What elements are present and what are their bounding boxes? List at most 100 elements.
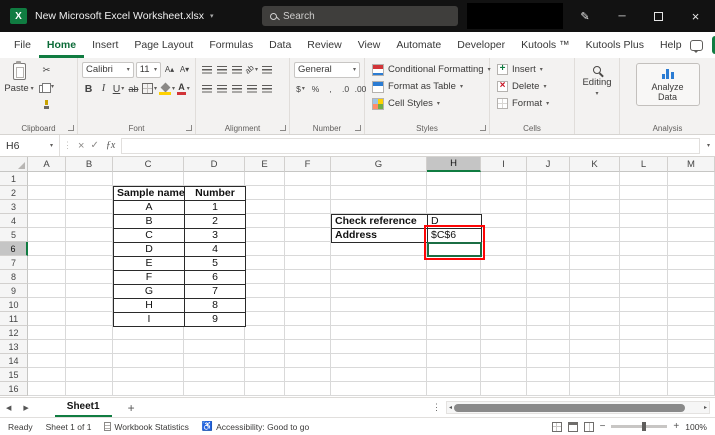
comments-icon[interactable] (690, 40, 703, 51)
search-input[interactable]: Search (262, 6, 458, 26)
format-cells-button[interactable]: Format▾ (492, 95, 572, 112)
styles-dialog-launcher[interactable] (480, 125, 486, 131)
cancel-icon[interactable]: × (75, 140, 87, 152)
cell-D10[interactable]: 8 (184, 298, 246, 313)
page-break-view-button[interactable] (584, 422, 594, 432)
column-header-J[interactable]: J (527, 157, 570, 172)
menu-tab-page-layout[interactable]: Page Layout (126, 32, 201, 58)
number-format-select[interactable]: General▾ (294, 62, 360, 78)
row-header-8[interactable]: 8 (0, 270, 28, 284)
paste-button[interactable]: Paste▾ (2, 61, 36, 121)
zoom-out-button[interactable]: − (600, 421, 606, 432)
font-name-select[interactable]: Calibri▾ (82, 62, 134, 78)
cell-C7[interactable]: E (113, 256, 185, 271)
cell-D6[interactable]: 4 (184, 242, 246, 257)
column-header-L[interactable]: L (620, 157, 668, 172)
next-sheet-icon[interactable]: ▶ (17, 404, 34, 412)
copy-button[interactable]: ▾ (39, 79, 54, 95)
row-header-14[interactable]: 14 (0, 354, 28, 368)
percent-style-button[interactable]: % (309, 81, 322, 97)
delete-cells-button[interactable]: Delete▾ (492, 78, 572, 95)
row-header-4[interactable]: 4 (0, 214, 28, 228)
ink-pen-icon[interactable]: ✎ (572, 0, 598, 32)
workbook-statistics-button[interactable]: Workbook Statistics (104, 422, 188, 432)
analyze-data-button[interactable]: Analyze Data (636, 63, 700, 106)
row-header-3[interactable]: 3 (0, 200, 28, 214)
strikethrough-button[interactable]: ab (127, 81, 140, 97)
zoom-slider-thumb[interactable] (642, 422, 646, 431)
align-bottom-button[interactable] (230, 62, 243, 78)
menu-tab-kutools[interactable]: Kutools ™ (513, 32, 577, 58)
conditional-formatting-button[interactable]: Conditional Formatting▾ (367, 61, 487, 78)
excel-logo-icon[interactable]: X (10, 8, 27, 24)
scroll-right-icon[interactable]: ▸ (704, 404, 707, 411)
orientation-button[interactable]: ab▾ (245, 62, 258, 78)
number-dialog-launcher[interactable] (355, 125, 361, 131)
maximize-button[interactable] (640, 0, 676, 32)
scrollbar-track[interactable] (454, 403, 702, 412)
column-header-I[interactable]: I (481, 157, 527, 172)
align-right-button[interactable] (230, 81, 243, 97)
row-header-9[interactable]: 9 (0, 284, 28, 298)
cell-C4[interactable]: B (113, 214, 185, 229)
menu-tab-data[interactable]: Data (261, 32, 299, 58)
formula-input[interactable] (121, 138, 700, 154)
grow-font-button[interactable]: A▴ (163, 62, 176, 78)
row-header-12[interactable]: 12 (0, 326, 28, 340)
row-header-13[interactable]: 13 (0, 340, 28, 354)
cell-styles-button[interactable]: Cell Styles▾ (367, 95, 487, 112)
align-center-button[interactable] (215, 81, 228, 97)
font-dialog-launcher[interactable] (186, 125, 192, 131)
row-header-10[interactable]: 10 (0, 298, 28, 312)
align-middle-button[interactable] (215, 62, 228, 78)
column-header-C[interactable]: C (113, 157, 184, 172)
menu-tab-help[interactable]: Help (652, 32, 690, 58)
zoom-level[interactable]: 100% (685, 422, 707, 432)
formula-bar-expand-icon[interactable]: ▾ (702, 143, 715, 149)
menu-tab-file[interactable]: File (6, 32, 39, 58)
menu-tab-kutools-plus[interactable]: Kutools Plus (578, 32, 652, 58)
name-box[interactable]: H6 ▾ (0, 135, 60, 156)
column-header-H[interactable]: H (427, 157, 481, 172)
zoom-in-button[interactable]: + (673, 421, 679, 432)
comma-style-button[interactable]: , (324, 81, 337, 97)
enter-icon[interactable]: ✓ (87, 140, 101, 151)
alignment-dialog-launcher[interactable] (280, 125, 286, 131)
close-button[interactable]: × (676, 0, 715, 32)
menu-tab-developer[interactable]: Developer (449, 32, 513, 58)
minimize-button[interactable]: ─ (604, 0, 640, 32)
cell-G4[interactable]: Check reference (331, 214, 428, 229)
fill-color-button[interactable]: ▾ (159, 81, 175, 97)
menu-tab-review[interactable]: Review (299, 32, 349, 58)
menu-tab-insert[interactable]: Insert (84, 32, 126, 58)
zoom-slider[interactable] (611, 425, 667, 428)
accessibility-status[interactable]: ♿ Accessibility: Good to go (202, 422, 309, 432)
column-header-M[interactable]: M (668, 157, 715, 172)
font-color-button[interactable]: A▾ (177, 81, 190, 97)
sheet-tab-sheet1[interactable]: Sheet1 (55, 398, 112, 417)
align-top-button[interactable] (200, 62, 213, 78)
format-as-table-button[interactable]: Format as Table▾ (367, 78, 487, 95)
cell-C8[interactable]: F (113, 270, 185, 285)
select-all-button[interactable] (0, 157, 28, 172)
row-header-15[interactable]: 15 (0, 368, 28, 382)
menu-tab-view[interactable]: View (350, 32, 389, 58)
row-header-16[interactable]: 16 (0, 382, 28, 396)
row-header-5[interactable]: 5 (0, 228, 28, 242)
scroll-left-icon[interactable]: ◂ (449, 404, 452, 411)
insert-function-icon[interactable]: ƒx (102, 140, 119, 151)
increase-indent-button[interactable] (260, 81, 273, 97)
editing-mode-button[interactable]: ✎ ▾ (712, 36, 715, 54)
column-header-E[interactable]: E (245, 157, 285, 172)
borders-button[interactable]: ▾ (142, 81, 157, 97)
formula-bar-handle[interactable]: ⋮ (60, 140, 75, 151)
cell-D4[interactable]: 2 (184, 214, 246, 229)
row-header-1[interactable]: 1 (0, 172, 28, 186)
horizontal-scrollbar[interactable]: ◂ ▸ (446, 401, 710, 414)
cell-D2[interactable]: Number (184, 186, 246, 201)
row-header-2[interactable]: 2 (0, 186, 28, 200)
insert-cells-button[interactable]: Insert▾ (492, 61, 572, 78)
cell-C11[interactable]: I (113, 312, 185, 327)
cut-button[interactable]: ✂ (39, 62, 54, 78)
cell-G5[interactable]: Address (331, 228, 428, 243)
